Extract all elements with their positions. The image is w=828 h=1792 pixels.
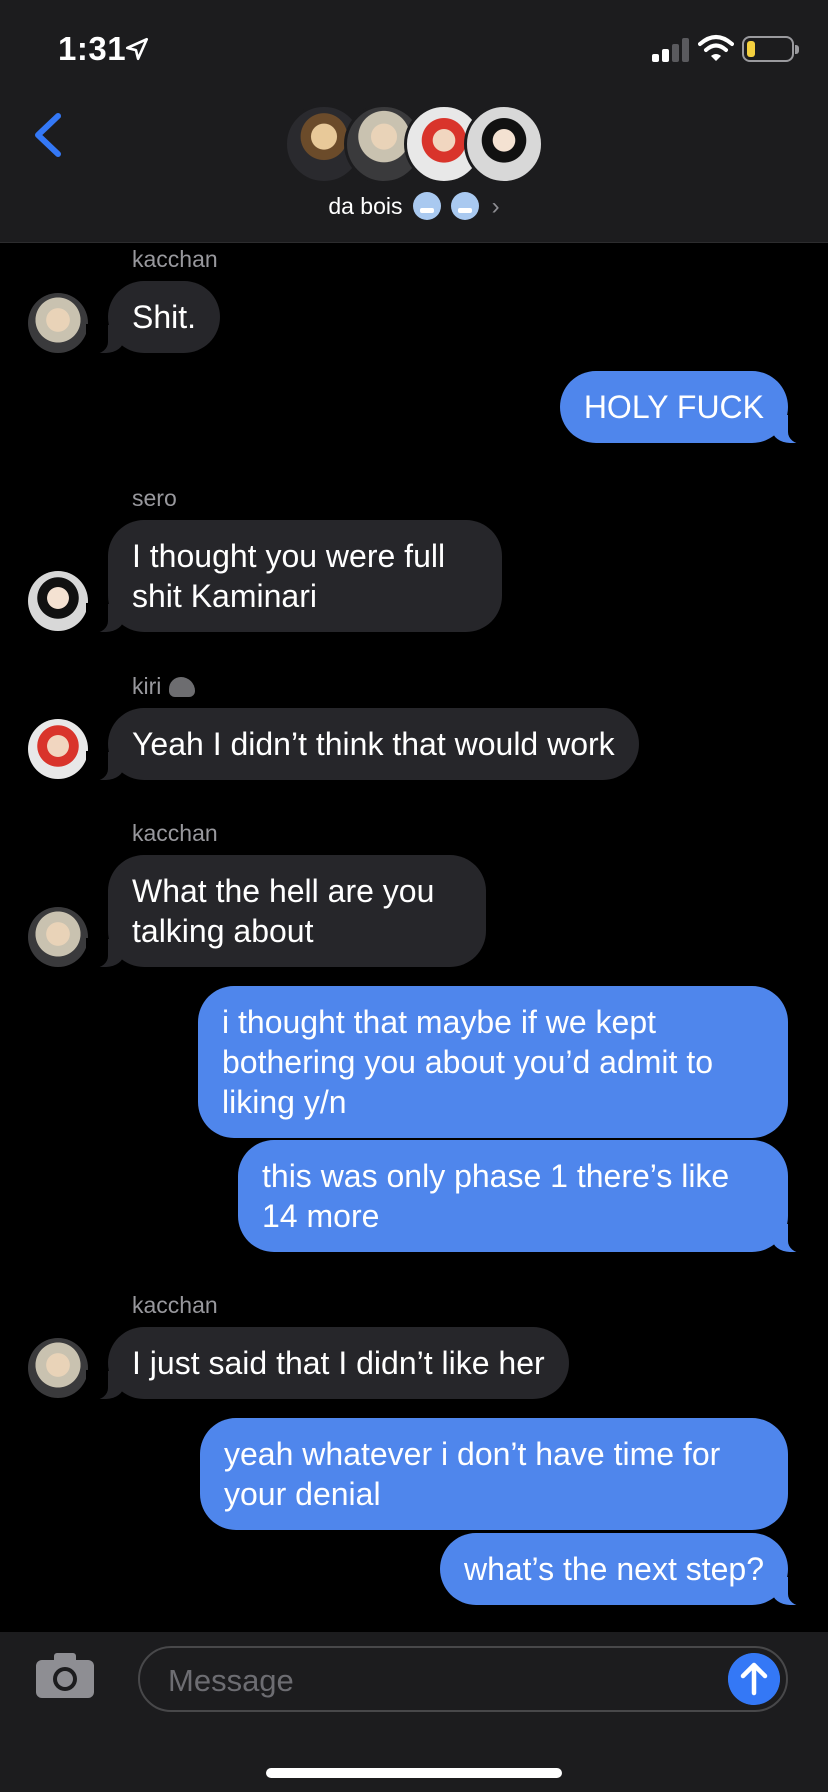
battery-icon xyxy=(742,36,799,62)
message-bubble-incoming[interactable]: I thought you were full shit Kaminari xyxy=(86,520,502,633)
chevron-right-icon: › xyxy=(491,193,500,220)
message-placeholder: Message xyxy=(168,1663,294,1698)
send-arrow-icon[interactable] xyxy=(728,1653,780,1705)
group-avatar-stack[interactable] xyxy=(284,104,544,184)
home-indicator xyxy=(266,1768,562,1778)
avatar xyxy=(28,907,88,967)
sender-name: kacchan xyxy=(132,820,218,846)
cold-face-emoji-icon xyxy=(451,192,480,220)
message-bubble-outgoing[interactable]: HOLY FUCK xyxy=(559,371,811,444)
avatar xyxy=(464,104,544,184)
message-bubble-outgoing[interactable]: this was only phase 1 there’s like 14 mo… xyxy=(238,1140,810,1253)
message-bubble-incoming[interactable]: I just said that I didn’t like her xyxy=(86,1327,569,1400)
avatar xyxy=(28,293,88,353)
message-bubble-outgoing[interactable]: what’s the next step? xyxy=(439,1533,811,1606)
rock-emoji-icon xyxy=(169,677,196,697)
sender-name: kacchan xyxy=(132,1292,218,1318)
message-bubble-incoming[interactable]: Yeah I didn’t think that would work xyxy=(86,708,639,781)
cellular-signal-icon xyxy=(652,38,690,62)
sender-name: kacchan xyxy=(132,246,218,272)
sender-name: sero xyxy=(132,485,177,511)
camera-icon[interactable] xyxy=(34,1650,96,1700)
message-bubble-incoming[interactable]: Shit. xyxy=(85,281,221,354)
cold-face-emoji-icon xyxy=(412,192,441,220)
avatar xyxy=(28,719,88,779)
location-arrow-icon xyxy=(125,37,149,61)
message-bubble-outgoing[interactable]: yeah whatever i don’t have time for your… xyxy=(200,1418,788,1530)
chevron-left-icon[interactable] xyxy=(28,110,68,160)
sender-name: kiri xyxy=(132,673,196,700)
message-bubble-incoming[interactable]: What the hell are you talking about xyxy=(86,855,486,968)
avatar xyxy=(28,571,88,631)
group-name-label: da bois xyxy=(328,193,403,219)
navigation-header: 1:31 da bois › xyxy=(0,0,828,243)
message-input[interactable]: Message xyxy=(138,1646,788,1712)
group-title[interactable]: da bois › xyxy=(0,192,828,221)
status-bar: 1:31 xyxy=(0,0,828,100)
status-time: 1:31 xyxy=(58,30,127,67)
message-bubble-outgoing[interactable]: i thought that maybe if we kept botherin… xyxy=(198,986,788,1138)
avatar xyxy=(28,1338,88,1398)
wifi-icon xyxy=(698,35,734,61)
compose-bar: Message xyxy=(0,1632,828,1792)
